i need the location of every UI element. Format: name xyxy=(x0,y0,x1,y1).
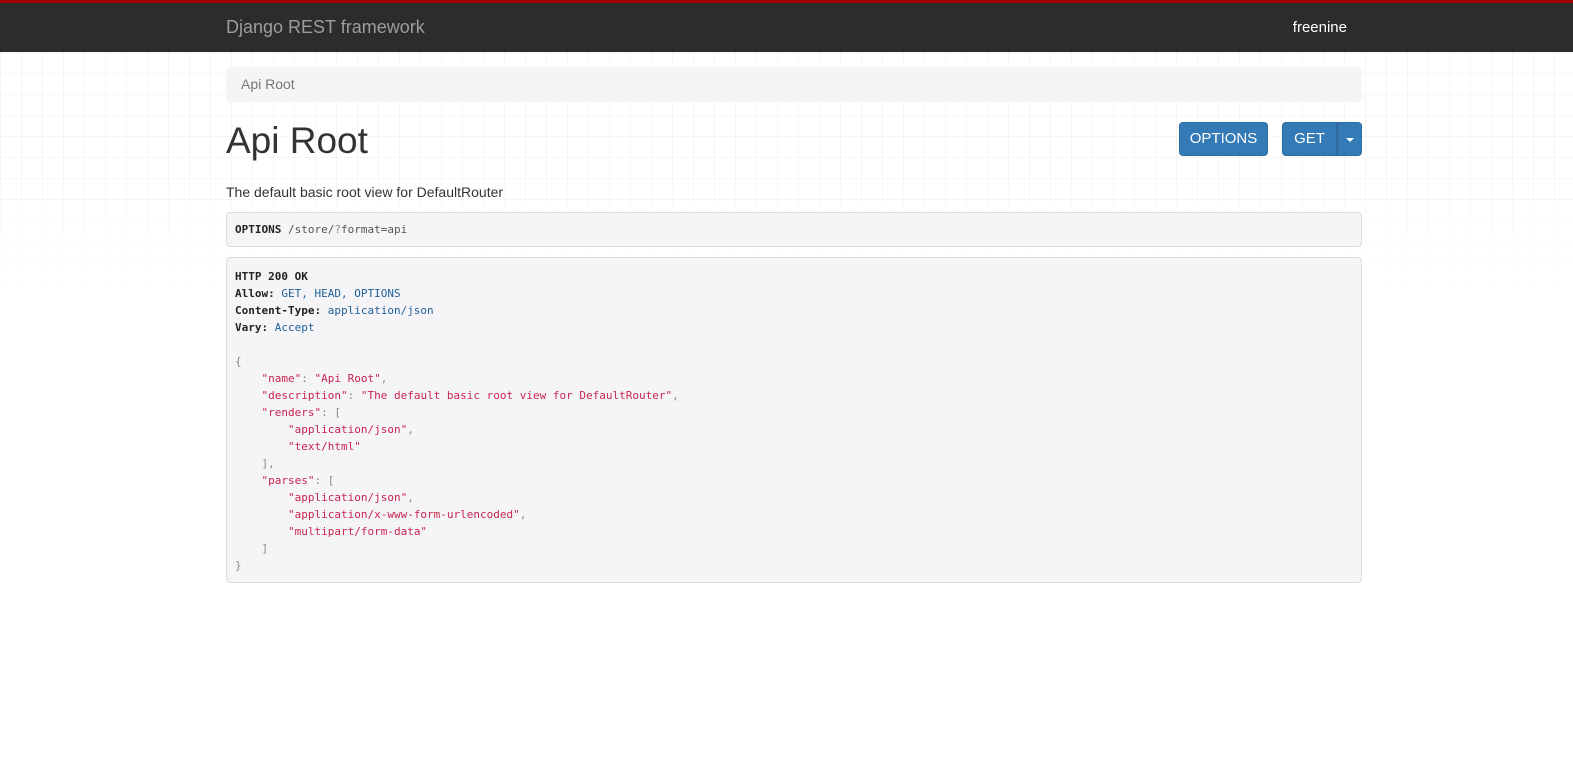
json-key-parses: "parses" xyxy=(261,474,315,487)
json-parses-item: "application/x-www-form-urlencoded" xyxy=(287,508,520,521)
page-header: Api Root OPTIONS GET xyxy=(226,102,1362,182)
json-key-renders: "renders" xyxy=(261,406,322,419)
get-button-group: GET xyxy=(1282,122,1362,156)
request-info: OPTIONS /store/?format=api xyxy=(226,212,1362,247)
header-key-vary: Vary: xyxy=(235,321,269,334)
user-menu[interactable]: freenine xyxy=(1293,19,1347,36)
get-button[interactable]: GET xyxy=(1282,122,1337,156)
page-title: Api Root xyxy=(226,120,368,161)
response-info: HTTP 200 OK Allow: GET, HEAD, OPTIONS Co… xyxy=(226,257,1362,583)
options-button[interactable]: OPTIONS xyxy=(1179,122,1268,156)
top-navbar: Django REST framework freenine xyxy=(0,0,1573,52)
json-parses-item: "application/json" xyxy=(287,491,408,504)
request-method: OPTIONS xyxy=(235,223,282,236)
brand-link[interactable]: Django REST framework xyxy=(226,17,425,38)
json-brace-open: { xyxy=(235,355,242,368)
json-renders-item: "application/json" xyxy=(287,423,408,436)
page-description: The default basic root view for DefaultR… xyxy=(226,184,504,200)
json-value-name: "Api Root" xyxy=(314,372,381,385)
header-key-allow: Allow: xyxy=(235,287,275,300)
breadcrumb-item-api-root[interactable]: Api Root xyxy=(241,76,295,92)
main-content: Api Root Api Root OPTIONS GET The defaul… xyxy=(226,52,1362,583)
request-path: /store/ xyxy=(287,223,335,236)
json-key-description: "description" xyxy=(261,389,348,402)
request-query: format=api xyxy=(340,223,408,236)
request-query-sep: ? xyxy=(334,223,341,236)
caret-down-icon xyxy=(1346,138,1354,142)
json-key-name: "name" xyxy=(261,372,302,385)
header-value-content-type: application/json xyxy=(327,304,434,317)
json-parses-item: "multipart/form-data" xyxy=(287,525,428,538)
breadcrumb: Api Root xyxy=(226,67,1362,102)
header-key-content-type: Content-Type: xyxy=(235,304,322,317)
json-value-description: "The default basic root view for Default… xyxy=(360,389,673,402)
header-value-allow: GET, HEAD, OPTIONS xyxy=(281,287,401,300)
header-value-vary: Accept xyxy=(274,321,315,334)
json-brace-close: } xyxy=(235,559,242,572)
get-format-dropdown-toggle[interactable] xyxy=(1337,122,1362,156)
response-status: HTTP 200 OK xyxy=(235,270,308,283)
json-renders-item: "text/html" xyxy=(287,440,361,453)
